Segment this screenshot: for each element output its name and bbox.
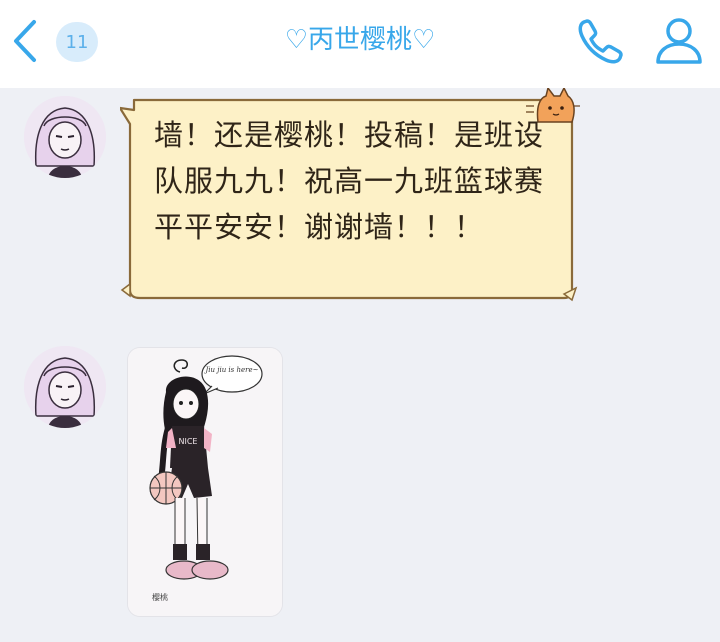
person-icon: [656, 18, 702, 64]
call-button[interactable]: [574, 14, 628, 68]
message-bubble[interactable]: 墙！还是樱桃！投稿！是班设队服九九！祝高一九班篮球赛平平安安！谢谢墙！！！: [120, 88, 580, 304]
phone-icon: [578, 19, 623, 64]
back-button[interactable]: [6, 18, 46, 64]
chat-title: ♡丙世樱桃♡: [284, 25, 436, 55]
speech-text: Jiu jiu is here~: [204, 366, 259, 374]
sender-avatar[interactable]: [24, 346, 106, 428]
image-message[interactable]: Jiu jiu is here~ NICE 樱桃: [128, 348, 282, 616]
chat-header: 11 ♡丙世樱桃♡: [0, 0, 720, 88]
basketball-girl-drawing: Jiu jiu is here~ NICE 樱桃: [128, 348, 282, 616]
avatar-illustration: [24, 96, 106, 178]
unread-count-badge[interactable]: 11: [56, 22, 98, 62]
sender-avatar[interactable]: [24, 96, 106, 178]
svg-text:NICE: NICE: [179, 437, 198, 446]
message-text: 墙！还是樱桃！投稿！是班设队服九九！祝高一九班篮球赛平平安安！谢谢墙！！！: [154, 118, 545, 244]
profile-button[interactable]: [652, 14, 706, 68]
avatar-illustration: [24, 346, 106, 428]
back-arrow-icon: [14, 20, 36, 62]
signature: 樱桃: [152, 592, 168, 602]
